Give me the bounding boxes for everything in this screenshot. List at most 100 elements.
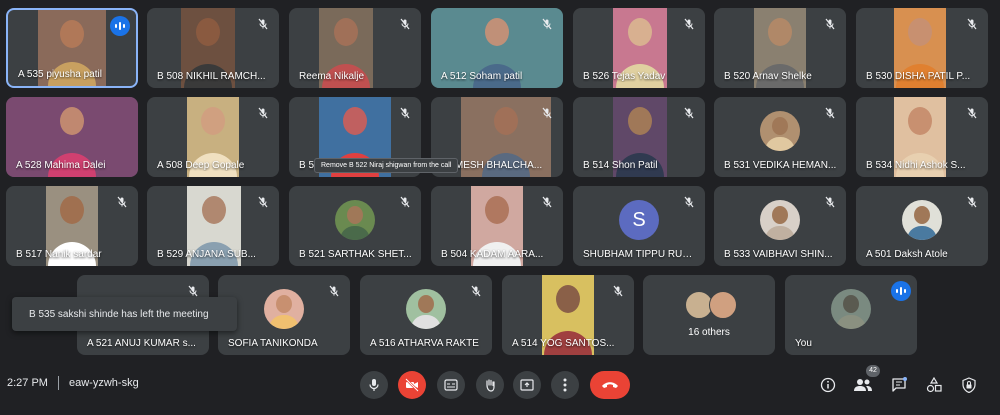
others-avatar <box>709 291 737 319</box>
participant-name: A 535 piyusha patil <box>18 69 102 80</box>
participant-tile[interactable]: A 501 Daksh Atole <box>856 186 988 266</box>
participant-name: B 517 Nanik sardar <box>16 249 102 260</box>
mic-off-icon <box>820 192 840 212</box>
left-meeting-toast: B 535 sakshi shinde has left the meeting <box>12 297 237 331</box>
participant-video <box>760 200 800 240</box>
participant-tile[interactable]: B 520 Arnav Shelke <box>714 8 846 88</box>
self-tile[interactable]: You <box>785 275 917 355</box>
meeting-code: eaw-yzwh-skg <box>69 377 139 389</box>
participant-tile[interactable]: B 530 DISHA PATIL P... <box>856 8 988 88</box>
people-count-badge: 42 <box>866 365 880 377</box>
participant-tile[interactable]: B 529 ANJANA SUB... <box>147 186 279 266</box>
mic-off-icon <box>679 14 699 34</box>
present-icon <box>520 379 534 391</box>
participant-tile[interactable]: Reema Nikalje <box>289 8 421 88</box>
participant-name: B 531 VEDIKA HEMAN... <box>724 160 837 171</box>
host-controls-button[interactable] <box>957 373 981 397</box>
speaking-indicator-icon <box>110 16 130 36</box>
mic-off-icon <box>679 103 699 123</box>
meeting-details-button[interactable] <box>816 373 840 397</box>
mic-off-icon <box>537 14 557 34</box>
participant-tile[interactable]: B 514 Shon Patil <box>573 97 705 177</box>
others-label: 16 others <box>688 327 730 338</box>
meeting-time: 2:27 PM <box>7 377 48 389</box>
bottom-toolbar: 2:27 PM eaw-yzwh-skg <box>0 366 1000 406</box>
participant-video <box>760 111 800 151</box>
mic-off-icon <box>537 103 557 123</box>
others-avatar-stack <box>685 291 737 319</box>
raise-hand-button[interactable] <box>476 371 504 399</box>
participant-name: A 501 Daksh Atole <box>866 249 948 260</box>
participant-name: A 521 ANUJ KUMAR s... <box>87 338 196 349</box>
participant-name: A 514 YOG SANTOS... <box>512 338 615 349</box>
mic-off-icon <box>679 192 699 212</box>
mic-icon <box>369 379 379 391</box>
speaking-indicator-icon <box>891 281 911 301</box>
participant-name: RAMESH BHALCHA... <box>441 160 543 171</box>
participant-tile[interactable]: B 504 KADAM AARA... <box>431 186 563 266</box>
mic-off-icon <box>253 14 273 34</box>
participant-tile[interactable]: S SHUBHAM TIPPU RUK... <box>573 186 705 266</box>
activities-icon <box>926 377 942 393</box>
chat-icon <box>892 377 907 392</box>
mic-off-icon <box>395 192 415 212</box>
more-options-button[interactable] <box>551 371 579 399</box>
activities-button[interactable] <box>922 373 946 397</box>
participant-tile[interactable]: A 514 YOG SANTOS... <box>502 275 634 355</box>
mic-off-icon <box>962 103 982 123</box>
participant-tile[interactable]: A 535 piyusha patil <box>6 8 138 88</box>
more-options-icon <box>563 378 567 392</box>
participant-name: A 508 Deep Gopale <box>157 160 245 171</box>
participant-tile[interactable]: B 517 Nanik sardar <box>6 186 138 266</box>
chat-button[interactable] <box>887 373 911 397</box>
participant-name: You <box>795 338 812 349</box>
participant-tile[interactable]: A 528 Mahima Dalei <box>6 97 138 177</box>
participant-avatar: S <box>619 200 659 240</box>
participant-name: B 534 Nidhi Ashok S... <box>866 160 966 171</box>
participant-name: B 514 Shon Patil <box>583 160 658 171</box>
participant-name: B 504 KADAM AARA... <box>441 249 544 260</box>
participant-tile[interactable]: A 512 Soham patil <box>431 8 563 88</box>
mic-off-icon <box>962 192 982 212</box>
shield-lock-icon <box>962 377 976 393</box>
participant-name: Reema Nikalje <box>299 71 365 82</box>
participant-name: B 520 Arnav Shelke <box>724 71 812 82</box>
mic-off-icon <box>395 14 415 34</box>
mic-off-icon <box>112 192 132 212</box>
self-video <box>831 289 871 329</box>
mic-off-icon <box>608 281 628 301</box>
participant-name: SHUBHAM TIPPU RUK... <box>583 249 697 260</box>
mic-off-icon <box>253 103 273 123</box>
people-icon <box>854 379 872 391</box>
participant-tile[interactable]: B 508 NIKHIL RAMCH... <box>147 8 279 88</box>
participant-video <box>406 289 446 329</box>
mic-button[interactable] <box>360 371 388 399</box>
others-tile[interactable]: 16 others <box>643 275 775 355</box>
participant-name: B 530 DISHA PATIL P... <box>866 71 971 82</box>
leave-call-icon <box>602 382 618 388</box>
mic-off-icon <box>253 192 273 212</box>
participant-name: A 516 ATHARVA RAKTE <box>370 338 479 349</box>
camera-toggle-button[interactable] <box>398 371 426 399</box>
participant-tile[interactable]: SOFIA TANIKONDA <box>218 275 350 355</box>
participant-tile[interactable]: B 533 VAIBHAVI SHIN... <box>714 186 846 266</box>
mic-off-icon <box>466 281 486 301</box>
mic-off-icon <box>537 192 557 212</box>
participant-name: A 528 Mahima Dalei <box>16 160 106 171</box>
mic-off-icon <box>962 14 982 34</box>
present-button[interactable] <box>513 371 541 399</box>
participant-name: B 521 SARTHAK SHET... <box>299 249 412 260</box>
participant-tile[interactable]: B 534 Nidhi Ashok S... <box>856 97 988 177</box>
leave-call-button[interactable] <box>590 371 630 399</box>
participant-tile[interactable]: A 508 Deep Gopale <box>147 97 279 177</box>
participant-name: B 526 Tejas Yadav <box>583 71 666 82</box>
participant-tile[interactable]: B 531 VEDIKA HEMAN... <box>714 97 846 177</box>
info-icon <box>820 377 836 393</box>
captions-button[interactable] <box>437 371 465 399</box>
participant-name: B 508 NIKHIL RAMCH... <box>157 71 266 82</box>
participant-tile[interactable]: B 526 Tejas Yadav <box>573 8 705 88</box>
participant-tile[interactable]: A 516 ATHARVA RAKTE <box>360 275 492 355</box>
participant-tile[interactable]: B 521 SARTHAK SHET... <box>289 186 421 266</box>
mic-off-icon <box>820 14 840 34</box>
participant-video <box>902 200 942 240</box>
